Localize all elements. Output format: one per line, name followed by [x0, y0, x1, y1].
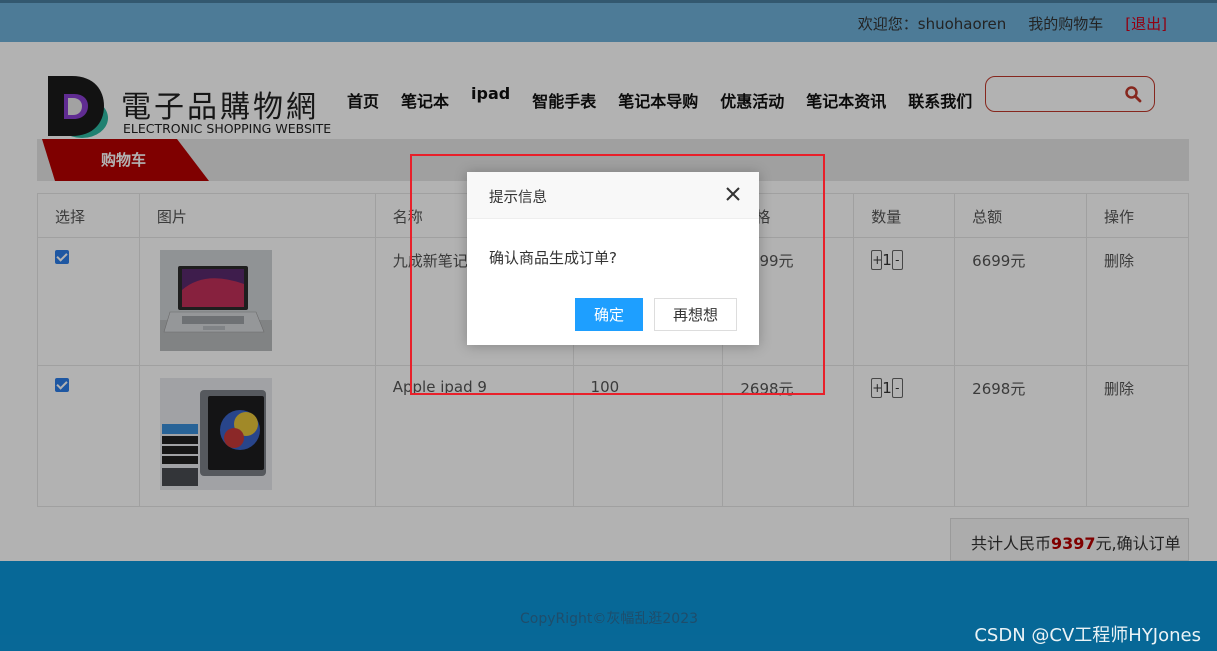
dialog-header: 提示信息 — [467, 172, 759, 219]
confirm-button[interactable]: 确定 — [575, 298, 643, 331]
dialog-message: 确认商品生成订单? — [489, 249, 617, 267]
confirm-dialog: 提示信息 确认商品生成订单? 确定 再想想 — [467, 172, 759, 345]
close-icon[interactable] — [725, 186, 741, 202]
cancel-button[interactable]: 再想想 — [654, 298, 737, 331]
dialog-title: 提示信息 — [489, 190, 547, 206]
watermark-text: CSDN @CV工程师HYJones — [974, 625, 1201, 646]
